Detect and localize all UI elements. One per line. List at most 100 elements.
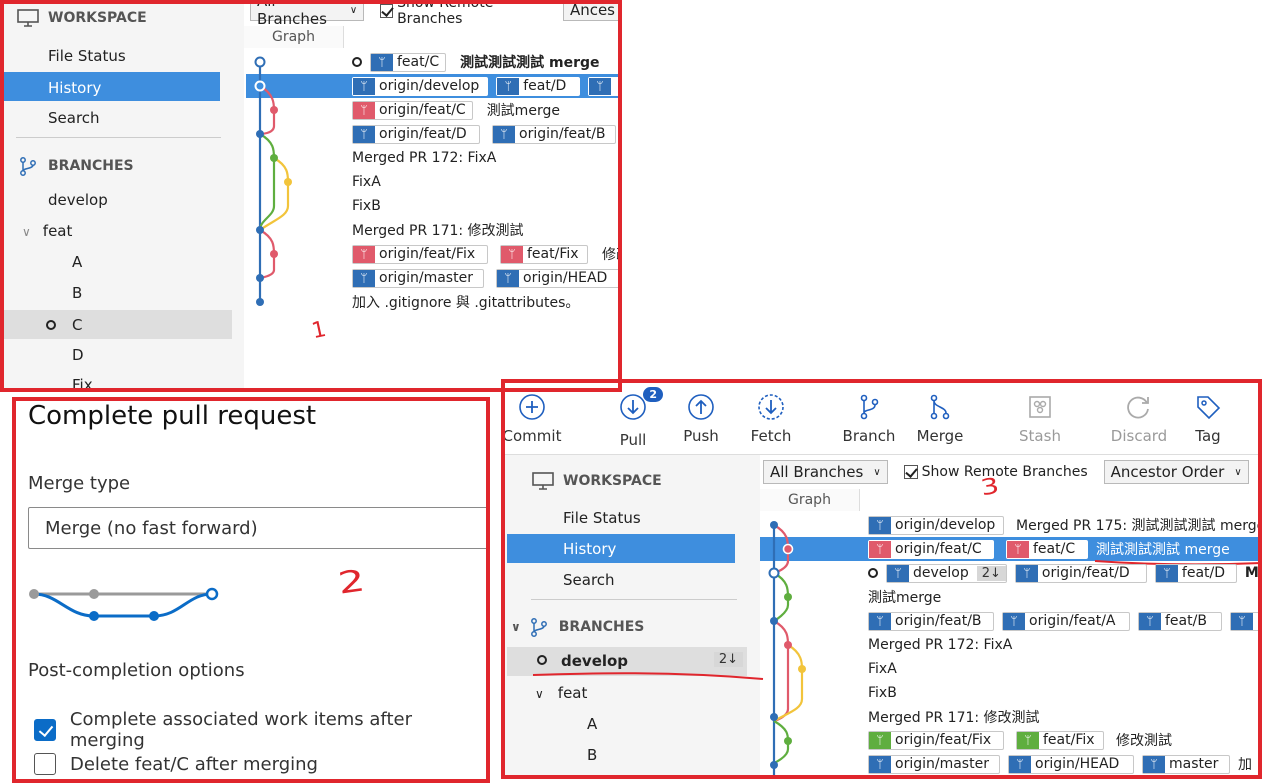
commit-row[interactable]: FixA <box>868 657 897 681</box>
show-remote-checkbox[interactable]: Show Remote Branches <box>380 0 547 27</box>
commit-node[interactable] <box>770 521 778 529</box>
sidebar-item-history[interactable]: History <box>0 72 220 101</box>
commit-row[interactable]: Merged PR 172: FixA <box>868 633 1012 657</box>
sidebar-item-search[interactable]: Search <box>563 571 615 589</box>
commit-button[interactable]: Commit <box>503 393 561 445</box>
commit-node[interactable] <box>256 274 264 282</box>
commit-row[interactable]: ᛘ feat/C 測試測試測試 merge <box>352 50 600 74</box>
commit-node[interactable] <box>256 130 264 138</box>
sidebar-item-file-status[interactable]: File Status <box>48 47 126 65</box>
branch-feat-a[interactable]: A <box>587 715 597 733</box>
commit-row[interactable]: FixA <box>352 170 381 194</box>
sidebar-item-search[interactable]: Search <box>48 109 100 127</box>
branch-tag[interactable]: ᛘ origin/feat/D <box>1014 563 1147 583</box>
commit-row[interactable]: ᛘ develop 2↓ ᛘ origin/feat/D ᛘ feat/D M <box>868 561 1259 585</box>
commit-row-selected[interactable]: ᛘ origin/develop ᛘ feat/D ᛘ <box>346 74 622 98</box>
commit-node[interactable] <box>782 543 794 555</box>
order-select[interactable]: Ancestor Order ∨ <box>1103 460 1249 484</box>
commit-node[interactable] <box>784 593 792 601</box>
branch-filter-select[interactable]: All Branches ∨ <box>763 460 888 484</box>
commit-node[interactable] <box>254 56 266 68</box>
sidebar-item-file-status[interactable]: File Status <box>563 509 641 527</box>
branch-tag[interactable]: ᛘ origin/HEAD <box>1008 754 1134 774</box>
commit-node[interactable] <box>270 154 278 162</box>
branch-tag[interactable]: ᛘ origin/feat/Fix <box>352 244 488 264</box>
branch-feat-c[interactable]: C <box>0 310 232 339</box>
commit-row[interactable]: Merged PR 172: FixA <box>352 146 496 170</box>
commit-node[interactable] <box>270 250 278 258</box>
push-button[interactable]: Push <box>673 393 729 445</box>
branch-tag[interactable]: ᛘ origin/feat/A <box>1002 611 1130 631</box>
stash-button[interactable]: Stash <box>1011 393 1069 445</box>
commit-row[interactable]: ᛘ origin/develop Merged PR 175: 測試測試測試 me… <box>868 513 1262 537</box>
branch-feat-a[interactable]: A <box>72 253 82 271</box>
branch-tag[interactable]: ᛘ feat/D <box>1154 563 1237 583</box>
branch-tag[interactable]: ᛘ origin/feat/B <box>868 611 994 631</box>
commit-node[interactable] <box>784 641 792 649</box>
commit-node[interactable] <box>770 761 778 769</box>
fetch-button[interactable]: Fetch <box>741 393 801 445</box>
branch-tag[interactable]: ᛘ develop 2↓ <box>886 563 1007 583</box>
branch-tag[interactable]: ᛘ feat/C <box>370 52 447 72</box>
branch-folder-feat[interactable]: ∨ feat <box>535 684 587 702</box>
commit-row[interactable]: FixB <box>868 681 897 705</box>
commit-row[interactable]: FixB <box>352 194 381 218</box>
branch-tag[interactable]: ᛘ origin/develop <box>352 76 489 96</box>
workspace-header[interactable]: WORKSPACE <box>16 8 147 28</box>
commit-row[interactable]: ᛘorigin/feat/Fix ᛘfeat/Fix 修改 <box>352 242 622 266</box>
commit-row[interactable]: 加入 .gitignore 與 .gitattributes。 <box>352 290 579 314</box>
commit-row[interactable]: ᛘ origin/feat/D ᛘ origin/feat/B <box>352 122 616 146</box>
commit-node[interactable] <box>798 665 806 673</box>
branch-tag[interactable]: ᛘ feat/C <box>1006 539 1088 559</box>
pull-button[interactable]: 2 Pull <box>605 387 663 449</box>
branch-feat-d[interactable]: D <box>72 346 84 364</box>
branch-tag[interactable]: ᛘ origin/HEAD <box>496 268 620 288</box>
branch-tag[interactable]: ᛘ origin/feat/C <box>868 539 994 559</box>
branch-filter-select[interactable]: All Branches ∨ <box>250 0 365 28</box>
merge-button[interactable]: Merge <box>911 393 969 445</box>
commit-node[interactable] <box>284 178 292 186</box>
merge-type-select[interactable]: Merge (no fast forward) <box>28 507 490 549</box>
commit-row[interactable]: Merged PR 171: 修改測試 <box>868 705 1040 729</box>
branch-tag[interactable]: ᛘ origin/master <box>868 754 1000 774</box>
delete-branch-checkbox[interactable]: Delete feat/C after merging <box>34 753 318 775</box>
branches-header[interactable]: BRANCHES <box>16 156 134 176</box>
commit-row[interactable]: ᛘ origin/feat/B ᛘ origin/feat/A ᛘ feat/B ᛘ <box>868 609 1262 633</box>
tag-button[interactable]: Tag <box>1181 393 1235 445</box>
branch-tag[interactable]: ᛘ <box>1230 611 1262 631</box>
discard-button[interactable]: Discard <box>1107 393 1171 445</box>
commit-node[interactable] <box>770 617 778 625</box>
commit-node[interactable] <box>256 226 264 234</box>
complete-work-items-checkbox[interactable]: Complete associated work items after mer… <box>34 709 490 751</box>
branch-tag[interactable]: ᛘ origin/feat/D <box>352 124 480 144</box>
commit-row[interactable]: Merged PR 171: 修改測試 <box>352 218 524 242</box>
branch-button[interactable]: Branch <box>839 393 899 445</box>
commit-node[interactable] <box>256 298 264 306</box>
commit-node[interactable] <box>254 80 266 92</box>
commit-row[interactable]: ᛘ origin/master ᛘ origin/HEAD ᛘ master 加 <box>868 752 1252 776</box>
commit-node[interactable] <box>768 567 780 579</box>
branch-tag[interactable]: ᛘ feat/Fix <box>500 244 588 264</box>
branch-develop[interactable]: develop <box>48 191 108 209</box>
branch-folder-feat[interactable]: ∨ feat <box>22 222 72 240</box>
commit-node[interactable] <box>784 737 792 745</box>
branches-header[interactable]: ∨ BRANCHES <box>511 617 644 637</box>
commit-node[interactable] <box>270 106 278 114</box>
graph-column-header[interactable]: Graph <box>244 26 344 48</box>
branch-tag[interactable]: ᛘ origin/feat/B <box>492 124 616 144</box>
graph-column-header[interactable]: Graph <box>760 489 860 511</box>
commit-node[interactable] <box>770 713 778 721</box>
branch-tag[interactable]: ᛘ feat/D <box>496 76 580 96</box>
commit-row[interactable]: ᛘ origin/feat/Fix ᛘ feat/Fix 修改測試 <box>868 728 1172 752</box>
sidebar-item-history[interactable]: History <box>507 534 735 563</box>
branch-tag[interactable]: ᛘ feat/B <box>1138 611 1222 631</box>
commit-row[interactable]: ᛘ origin/feat/C 測試merge <box>352 98 560 122</box>
branch-tag[interactable]: ᛘ master <box>1142 754 1230 774</box>
branch-tag[interactable]: ᛘ <box>588 76 622 96</box>
branch-tag[interactable]: ᛘ feat/Fix <box>1016 730 1104 750</box>
branch-feat-fix[interactable]: Fix <box>72 376 93 392</box>
workspace-header[interactable]: WORKSPACE <box>531 471 662 491</box>
branch-feat-b[interactable]: B <box>587 746 597 764</box>
commit-row[interactable]: 測試merge <box>868 585 941 609</box>
branch-tag[interactable]: ᛘ origin/master <box>352 268 484 288</box>
